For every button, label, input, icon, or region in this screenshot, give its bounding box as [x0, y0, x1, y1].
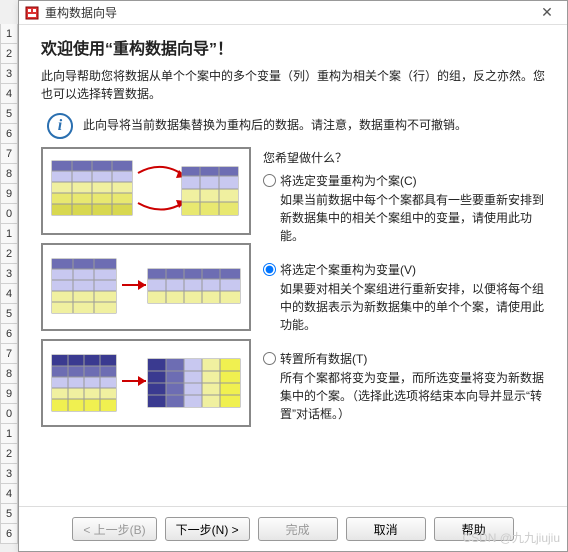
row-header: 2: [0, 444, 18, 464]
row-header: 1: [0, 24, 18, 44]
radio-vars-to-cases[interactable]: 将选定变量重构为个案(C): [263, 172, 545, 189]
row-header: 3: [0, 64, 18, 84]
radio-input-2[interactable]: [263, 263, 276, 276]
info-icon: i: [47, 113, 73, 139]
row-header: 0: [0, 404, 18, 424]
row-header: 0: [0, 204, 18, 224]
question-title: 您希望做什么？: [263, 149, 545, 166]
row-header: 6: [0, 124, 18, 144]
illustration-column: [41, 147, 251, 429]
dialog-content: 欢迎使用“重构数据向导”！ 此向导帮助您将数据从单个个案中的多个变量（列）重构为…: [19, 25, 567, 435]
finish-button[interactable]: 完成: [258, 517, 338, 541]
row-header: 5: [0, 104, 18, 124]
row-header: 3: [0, 464, 18, 484]
row-header: 2: [0, 44, 18, 64]
spreadsheet-row-headers: 12345678901234567890123456: [0, 24, 18, 544]
row-header: 9: [0, 184, 18, 204]
row-header: 9: [0, 384, 18, 404]
option-desc: 如果要对相关个案组进行重新安排，以便将每个组中的数据表示为新数据集中的单个个案，…: [280, 280, 545, 334]
row-header: 6: [0, 324, 18, 344]
intro-text: 此向导帮助您将数据从单个个案中的多个变量（列）重构为相关个案（行）的组，反之亦然…: [41, 67, 545, 103]
radio-input-1[interactable]: [263, 174, 276, 187]
row-header: 4: [0, 284, 18, 304]
option-desc: 如果当前数据中每个个案都具有一些要重新安排到新数据集中的相关个案组中的变量，请使…: [280, 191, 545, 245]
option-cases-to-vars: 将选定个案重构为变量(V) 如果要对相关个案组进行重新安排，以便将每个组中的数据…: [263, 261, 545, 334]
row-header: 4: [0, 484, 18, 504]
illustration-transpose: [41, 339, 251, 427]
app-icon: [25, 6, 39, 20]
row-header: 4: [0, 84, 18, 104]
option-label: 转置所有数据(T): [280, 350, 367, 367]
wizard-dialog: 重构数据向导 ✕ 欢迎使用“重构数据向导”！ 此向导帮助您将数据从单个个案中的多…: [18, 0, 568, 552]
row-header: 7: [0, 344, 18, 364]
row-header: 6: [0, 524, 18, 544]
illustration-vars-to-cases: [41, 147, 251, 235]
info-text: 此向导将当前数据集替换为重构后的数据。请注意，数据重构不可撤销。: [83, 113, 467, 134]
page-heading: 欢迎使用“重构数据向导”！: [41, 35, 545, 59]
option-vars-to-cases: 将选定变量重构为个案(C) 如果当前数据中每个个案都具有一些要重新安排到新数据集…: [263, 172, 545, 245]
row-header: 1: [0, 424, 18, 444]
radio-cases-to-vars[interactable]: 将选定个案重构为变量(V): [263, 261, 545, 278]
row-header: 2: [0, 244, 18, 264]
row-header: 3: [0, 264, 18, 284]
row-header: 5: [0, 304, 18, 324]
row-header: 8: [0, 364, 18, 384]
row-header: 7: [0, 144, 18, 164]
row-header: 5: [0, 504, 18, 524]
option-label: 将选定个案重构为变量(V): [280, 261, 416, 278]
back-button[interactable]: < 上一步(B): [72, 517, 156, 541]
close-icon[interactable]: ✕: [533, 4, 561, 21]
info-row: i 此向导将当前数据集替换为重构后的数据。请注意，数据重构不可撤销。: [41, 113, 545, 139]
help-button[interactable]: 帮助: [434, 517, 514, 541]
main-area: 您希望做什么？ 将选定变量重构为个案(C) 如果当前数据中每个个案都具有一些要重…: [41, 147, 545, 429]
option-label: 将选定变量重构为个案(C): [280, 172, 417, 189]
option-desc: 所有个案都将变为变量，而所选变量将变为新数据集中的个案。（选择此选项将结束本向导…: [280, 369, 545, 423]
next-button[interactable]: 下一步(N) >: [165, 517, 250, 541]
radio-transpose[interactable]: 转置所有数据(T): [263, 350, 545, 367]
illustration-cases-to-vars: [41, 243, 251, 331]
option-transpose: 转置所有数据(T) 所有个案都将变为变量，而所选变量将变为新数据集中的个案。（选…: [263, 350, 545, 423]
button-bar: < 上一步(B) 下一步(N) > 完成 取消 帮助: [19, 506, 567, 551]
radio-input-3[interactable]: [263, 352, 276, 365]
window-title: 重构数据向导: [45, 4, 533, 21]
row-header: 1: [0, 224, 18, 244]
options-column: 您希望做什么？ 将选定变量重构为个案(C) 如果当前数据中每个个案都具有一些要重…: [263, 147, 545, 429]
cancel-button[interactable]: 取消: [346, 517, 426, 541]
row-header: 8: [0, 164, 18, 184]
title-bar: 重构数据向导 ✕: [19, 1, 567, 25]
